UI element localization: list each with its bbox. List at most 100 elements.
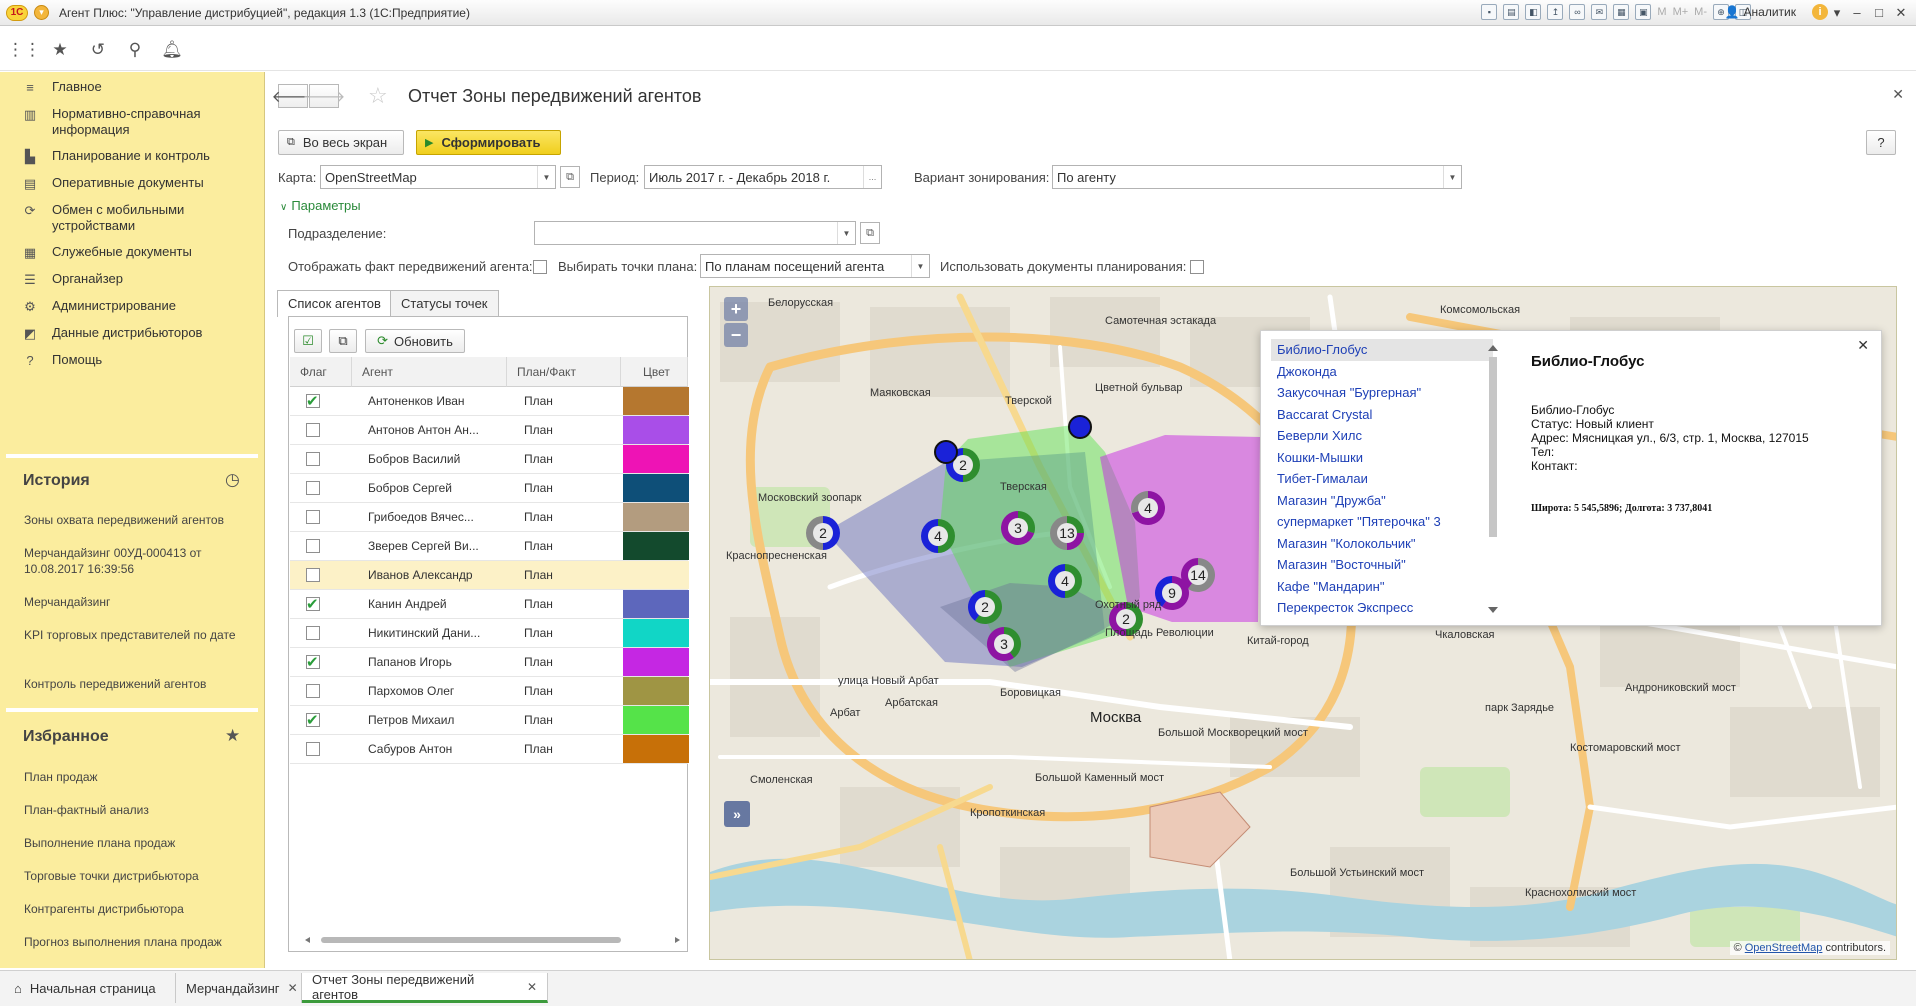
- open-division-icon[interactable]: ⧉: [860, 222, 880, 244]
- point-list-item[interactable]: Библио-Глобус: [1271, 339, 1493, 361]
- table-row[interactable]: Грибоедов Вячес... План: [290, 503, 689, 532]
- main-menu-icon[interactable]: ▾: [34, 5, 49, 20]
- show-fact-checkbox[interactable]: [533, 260, 547, 274]
- tab-home[interactable]: ⌂ Начальная страница: [4, 973, 176, 1003]
- single-point-marker[interactable]: [934, 440, 958, 464]
- generate-button[interactable]: ▶ Сформировать: [416, 130, 561, 155]
- favorite-item[interactable]: План-фактный анализ: [24, 802, 254, 818]
- notifications-bell-icon[interactable]: 🔔︎: [161, 40, 183, 60]
- favorite-item[interactable]: Контрагенты дистрибьютора: [24, 901, 254, 917]
- row-flag-checkbox[interactable]: [306, 539, 320, 553]
- map-select[interactable]: OpenStreetMap ▼: [320, 165, 556, 189]
- period-field[interactable]: Июль 2017 г. - Декабрь 2018 г.…: [644, 165, 882, 189]
- history-item[interactable]: Зоны охвата передвижений агентов: [24, 512, 254, 528]
- table-row[interactable]: Иванов Александр План: [290, 561, 689, 590]
- table-row[interactable]: Бобров Сергей План: [290, 474, 689, 503]
- table-row[interactable]: Сабуров Антон План: [290, 735, 689, 764]
- point-list-item[interactable]: Тибет-Гималаи: [1271, 468, 1493, 490]
- use-docs-checkbox[interactable]: [1190, 260, 1204, 274]
- link-icon[interactable]: ∞: [1569, 4, 1586, 20]
- table-row[interactable]: Никитинский Дани... План: [290, 619, 689, 648]
- point-list-item[interactable]: супермаркет "Пятерочка" 3: [1271, 511, 1493, 533]
- column-header-color[interactable]: Цвет: [621, 357, 688, 387]
- row-flag-checkbox[interactable]: [306, 626, 320, 640]
- history-icon[interactable]: ↺: [88, 40, 108, 60]
- zoom-in-button[interactable]: +: [724, 297, 748, 321]
- memory-button[interactable]: M: [1657, 4, 1666, 20]
- favorite-item[interactable]: Прогноз выполнения плана продаж: [24, 934, 254, 950]
- zoning-select[interactable]: По агенту ▼: [1052, 165, 1462, 189]
- sidebar-item-operational-docs[interactable]: ▤ Оперативные документы: [0, 170, 265, 197]
- tab-report-zones[interactable]: Отчет Зоны передвижений агентов ✕: [302, 972, 548, 1003]
- point-list-item[interactable]: Беверли Хилс: [1271, 425, 1493, 447]
- dropdown-icon[interactable]: ▾: [1826, 3, 1848, 22]
- maximize-button[interactable]: □: [1868, 3, 1890, 22]
- row-flag-checkbox[interactable]: [306, 568, 320, 582]
- sidebar-item-organizer[interactable]: ☰ Органайзер: [0, 266, 265, 293]
- fullscreen-button[interactable]: ⧉ Во весь экран: [278, 130, 404, 155]
- mail-icon[interactable]: ✉: [1591, 4, 1608, 20]
- row-flag-checkbox[interactable]: [306, 481, 320, 495]
- row-flag-checkbox[interactable]: [306, 423, 320, 437]
- sidebar-item-reference[interactable]: ▥ Нормативно-справочная информация: [0, 101, 265, 143]
- preview-icon[interactable]: ◧: [1525, 4, 1542, 20]
- memory-minus-button[interactable]: M-: [1694, 4, 1707, 20]
- point-list-item[interactable]: Baccarat Crystal: [1271, 404, 1493, 426]
- point-cluster-marker[interactable]: 14: [1181, 558, 1215, 592]
- chevron-down-icon[interactable]: ▼: [1443, 166, 1461, 188]
- point-cluster-marker[interactable]: 3: [1001, 511, 1035, 545]
- history-item[interactable]: KPI торговых представителей по дате: [24, 627, 254, 643]
- point-cluster-marker[interactable]: 4: [1131, 491, 1165, 525]
- point-cluster-marker[interactable]: 3: [987, 627, 1021, 661]
- history-item[interactable]: Контроль передвижений агентов: [24, 676, 254, 692]
- close-tab-icon[interactable]: ✕: [527, 980, 537, 994]
- table-row[interactable]: ✔ Петров Михаил План: [290, 706, 689, 735]
- single-point-marker[interactable]: [1068, 415, 1092, 439]
- close-tab-icon[interactable]: ✕: [288, 981, 298, 995]
- upload-icon[interactable]: ↥: [1547, 4, 1564, 20]
- table-row[interactable]: ✔ Антоненков Иван План: [290, 387, 689, 416]
- calculator-icon[interactable]: ▣: [1635, 4, 1652, 20]
- forward-button[interactable]: 🡒: [303, 84, 345, 108]
- point-cluster-marker[interactable]: 2: [968, 590, 1002, 624]
- uncheck-all-button[interactable]: ⧉: [329, 329, 357, 353]
- help-button[interactable]: ?: [1866, 130, 1896, 155]
- tab-merchandising[interactable]: Мерчандайзинг ✕: [176, 973, 302, 1003]
- table-row[interactable]: Зверев Сергей Ви... План: [290, 532, 689, 561]
- point-cluster-marker[interactable]: 2: [805, 516, 841, 550]
- chevron-down-icon[interactable]: ▼: [837, 222, 855, 244]
- check-all-button[interactable]: ☑: [294, 329, 322, 353]
- period-picker-icon[interactable]: …: [863, 166, 881, 188]
- point-list-item[interactable]: Магазин "Колокольчик": [1271, 533, 1493, 555]
- add-favorite-star-icon[interactable]: ☆: [368, 83, 388, 109]
- history-clock-icon[interactable]: ◷: [225, 470, 240, 490]
- favorite-item[interactable]: Торговые точки дистрибьютора: [24, 868, 254, 884]
- tab-agents-list[interactable]: Список агентов: [277, 290, 392, 317]
- popup-scrollbar[interactable]: [1487, 343, 1499, 615]
- favorite-item[interactable]: План продаж: [24, 769, 254, 785]
- search-icon[interactable]: ⚲: [125, 40, 145, 60]
- close-form-icon[interactable]: ✕: [1892, 86, 1904, 103]
- print-icon[interactable]: ▤: [1503, 4, 1520, 20]
- sections-grid-icon[interactable]: ⋮⋮: [7, 40, 41, 60]
- column-header-agent[interactable]: Агент: [352, 357, 507, 387]
- history-item[interactable]: Мерчандайзинг 00УД-000413 от 10.08.2017 …: [24, 545, 254, 577]
- zoom-out-button[interactable]: −: [724, 323, 748, 347]
- save-icon[interactable]: ▪: [1481, 4, 1498, 20]
- table-row[interactable]: Бобров Василий План: [290, 445, 689, 474]
- favorites-star-icon[interactable]: ★: [50, 40, 70, 60]
- table-row[interactable]: ✔ Папанов Игорь План: [290, 648, 689, 677]
- expand-panel-button[interactable]: »: [724, 801, 750, 827]
- openstreetmap-link[interactable]: OpenStreetMap: [1745, 942, 1823, 954]
- point-list-item[interactable]: Кафе "Мандарин": [1271, 576, 1493, 598]
- row-flag-checkbox[interactable]: [306, 742, 320, 756]
- chevron-down-icon[interactable]: ▼: [911, 255, 929, 277]
- favorites-star-icon[interactable]: ★: [225, 726, 240, 746]
- point-list-item[interactable]: Закусочная "Бургерная": [1271, 382, 1493, 404]
- row-flag-checkbox[interactable]: [306, 684, 320, 698]
- point-list-item[interactable]: "Хлеб насущный": [1271, 619, 1493, 624]
- point-list-item[interactable]: Магазин "Восточный": [1271, 554, 1493, 576]
- column-header-plan-fact[interactable]: План/Факт: [507, 357, 621, 387]
- sidebar-item-service-docs[interactable]: ▦ Служебные документы: [0, 239, 265, 266]
- point-list-item[interactable]: Перекресток Экспресс: [1271, 597, 1493, 619]
